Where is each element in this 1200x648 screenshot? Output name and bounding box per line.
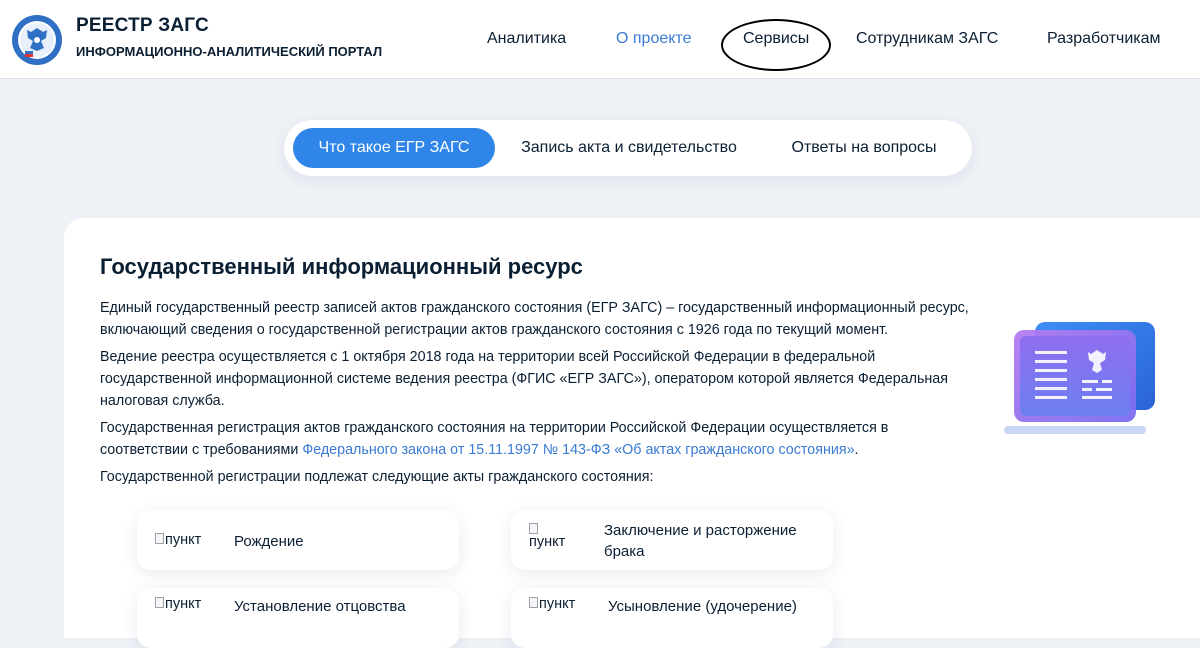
tab-faq[interactable]: Ответы на вопросы	[774, 128, 954, 168]
broken-image-icon	[529, 523, 538, 534]
broken-image-icon	[155, 533, 164, 544]
section-heading: Государственный информационный ресурс	[100, 254, 583, 279]
act-item-marriage[interactable]: пункт Заключение и расторжение брака	[511, 510, 833, 570]
broken-image-icon	[155, 597, 164, 608]
item-image-alt: пункт	[529, 534, 566, 550]
tab-what-is-egr-zags[interactable]: Что такое ЕГР ЗАГС	[293, 128, 495, 168]
section-tabs: Что такое ЕГР ЗАГС Запись акта и свидете…	[284, 120, 972, 176]
act-item-adoption[interactable]: пункт Усыновление (удочерение)	[511, 588, 833, 648]
tab-record-and-certificate[interactable]: Запись акта и свидетельство	[508, 128, 750, 168]
brand-subtitle: ИНФОРМАЦИОННО-АНАЛИТИЧЕСКИЙ ПОРТАЛ	[76, 44, 383, 59]
item-label: Рождение	[234, 533, 304, 550]
paragraph-law: Государственная регистрация актов гражда…	[100, 417, 970, 461]
paragraph-acts-intro: Государственной регистрации подлежат сле…	[100, 469, 654, 485]
item-image-alt: пункт	[165, 532, 202, 548]
paragraph-law-end: .	[854, 442, 859, 458]
brand-title[interactable]: РЕЕСТР ЗАГС	[76, 15, 209, 37]
item-label: Заключение и расторжение брака	[604, 522, 797, 560]
item-broken-image: пункт	[529, 522, 565, 551]
nav-services[interactable]: Сервисы	[743, 30, 809, 48]
item-label: Установление отцовства	[234, 598, 406, 615]
item-image-alt: пункт	[165, 596, 202, 612]
nav-about-project[interactable]: О проекте	[616, 30, 691, 48]
paragraph-definition: Единый государственный реестр записей ак…	[100, 300, 969, 338]
act-item-paternity[interactable]: пункт Установление отцовства	[137, 588, 459, 648]
item-broken-image: пункт	[155, 532, 201, 549]
monitor-illustration	[1000, 318, 1160, 438]
fns-emblem-logo[interactable]	[11, 14, 63, 66]
act-item-birth[interactable]: пункт Рождение	[137, 510, 459, 570]
item-broken-image: пункт	[529, 596, 575, 613]
nav-zags-staff[interactable]: Сотрудникам ЗАГС	[856, 30, 998, 48]
broken-image-icon	[529, 597, 538, 608]
nav-developers[interactable]: Разработчикам	[1047, 30, 1161, 48]
federal-law-link[interactable]: Федерального закона от 15.11.1997 № 143-…	[302, 442, 854, 458]
site-header: РЕЕСТР ЗАГС ИНФОРМАЦИОННО-АНАЛИТИЧЕСКИЙ …	[0, 0, 1200, 79]
nav-analytics[interactable]: Аналитика	[487, 30, 566, 48]
item-image-alt: пункт	[539, 596, 576, 612]
item-broken-image: пункт	[155, 596, 201, 613]
paragraph-registry: Ведение реестра осуществляется с 1 октяб…	[100, 349, 948, 409]
item-label: Усыновление (удочерение)	[608, 598, 797, 615]
